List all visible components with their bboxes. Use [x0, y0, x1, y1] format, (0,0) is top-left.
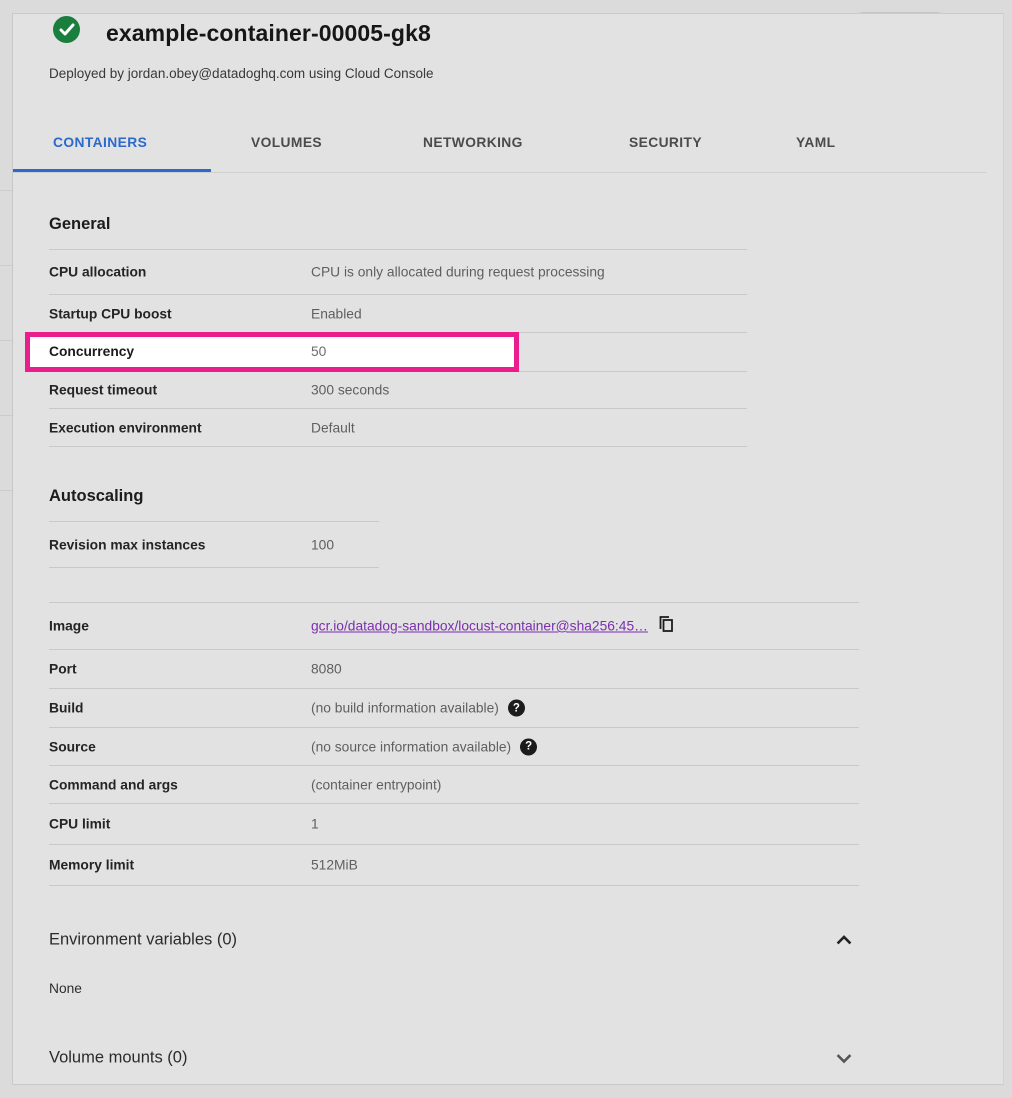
tab-volumes[interactable]: VOLUMES [251, 135, 322, 150]
table-row: Port 8080 [49, 650, 859, 689]
row-label: Image [49, 619, 89, 634]
table-row: CPU allocation CPU is only allocated dur… [49, 250, 747, 295]
env-variables-section-header[interactable]: Environment variables (0) [49, 925, 859, 955]
row-label: Memory limit [49, 858, 134, 873]
row-label: Build [49, 701, 84, 716]
table-row-build: Build (no build information available) ? [49, 689, 859, 728]
tab-yaml[interactable]: YAML [796, 135, 835, 150]
background-divider [0, 415, 12, 416]
row-value: 1 [311, 817, 319, 832]
table-row: Revision max instances 100 [49, 522, 379, 568]
help-icon[interactable]: ? [508, 700, 525, 717]
table-row-image: Image gcr.io/datadog-sandbox/locust-cont… [49, 603, 859, 650]
annotation-highlight-box: Concurrency 50 [25, 332, 519, 372]
row-value: 512MiB [311, 858, 358, 873]
table-row: Memory limit 512MiB [49, 845, 859, 886]
section-heading-general: General [49, 215, 110, 234]
chevron-up-icon[interactable] [832, 928, 856, 952]
row-label: Port [49, 662, 77, 677]
table-row: Startup CPU boost Enabled [49, 295, 747, 333]
copy-icon[interactable] [657, 616, 675, 637]
table-row-source: Source (no source information available)… [49, 728, 859, 766]
check-circle-icon [53, 16, 80, 43]
background-divider [0, 265, 12, 266]
row-value: CPU is only allocated during request pro… [311, 265, 605, 280]
table-row: Command and args (container entrypoint) [49, 766, 859, 804]
table-row: CPU limit 1 [49, 804, 859, 845]
background-divider [0, 490, 12, 491]
autoscaling-table: Revision max instances 100 [49, 521, 379, 568]
background-divider [0, 190, 12, 191]
revision-details-panel: example-container-00005-gk8 Deployed by … [0, 0, 1012, 1098]
row-label: Source [49, 739, 96, 754]
row-value: 8080 [311, 662, 342, 677]
row-label: Startup CPU boost [49, 306, 172, 321]
row-value: 300 seconds [311, 383, 389, 398]
row-label: Execution environment [49, 420, 202, 435]
row-value: (container entrypoint) [311, 777, 441, 792]
tab-containers[interactable]: CONTAINERS [53, 135, 147, 150]
tab-security[interactable]: SECURITY [629, 135, 702, 150]
env-variables-label: Environment variables (0) [49, 931, 237, 950]
env-variables-empty-text: None [49, 981, 82, 996]
row-label: CPU limit [49, 817, 110, 832]
row-label: Revision max instances [49, 537, 205, 552]
highlighted-row-label: Concurrency [49, 337, 134, 367]
row-label: Request timeout [49, 383, 157, 398]
volume-mounts-section-header[interactable]: Volume mounts (0) [49, 1043, 859, 1073]
table-row: Execution environment Default [49, 409, 747, 447]
table-row: Request timeout 300 seconds [49, 372, 747, 409]
volume-mounts-label: Volume mounts (0) [49, 1049, 187, 1068]
containers-tab-panel: example-container-00005-gk8 Deployed by … [12, 13, 1004, 1085]
row-value: Default [311, 420, 355, 435]
row-value: (no source information available) [311, 739, 511, 754]
container-table: Image gcr.io/datadog-sandbox/locust-cont… [49, 602, 859, 886]
deployed-by-subtitle: Deployed by jordan.obey@datadoghq.com us… [49, 66, 433, 81]
section-heading-autoscaling: Autoscaling [49, 487, 143, 506]
row-value: 100 [311, 537, 334, 552]
highlighted-row-value: 50 [311, 337, 326, 367]
help-icon[interactable]: ? [520, 738, 537, 755]
image-link[interactable]: gcr.io/datadog-sandbox/locust-container@… [311, 619, 648, 634]
page-title: example-container-00005-gk8 [106, 20, 431, 47]
tab-bar-divider [13, 172, 986, 173]
row-value: Enabled [311, 306, 362, 321]
row-value: (no build information available) [311, 701, 499, 716]
tab-networking[interactable]: NETWORKING [423, 135, 523, 150]
background-divider [0, 340, 12, 341]
chevron-down-icon[interactable] [832, 1046, 856, 1070]
row-label: Command and args [49, 777, 178, 792]
row-label: CPU allocation [49, 265, 146, 280]
